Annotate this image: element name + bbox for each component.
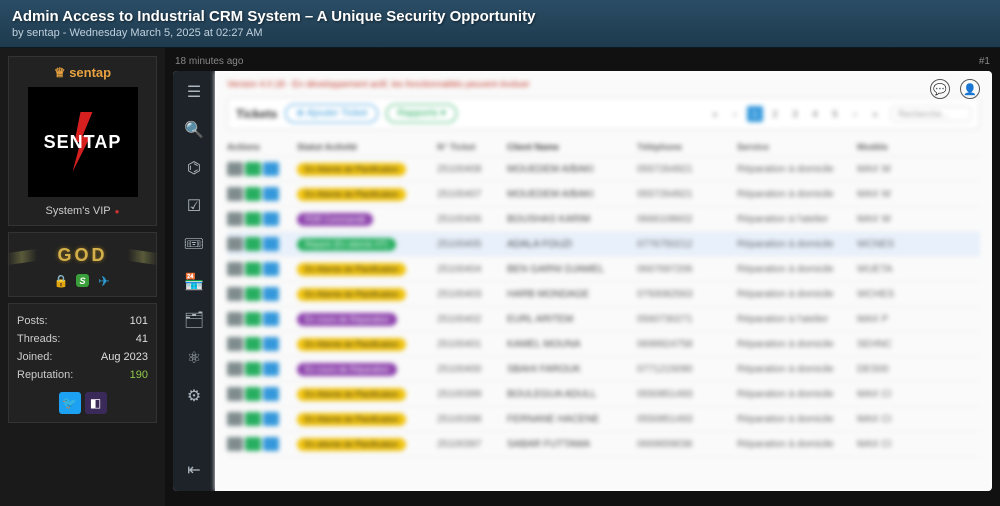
table-row[interactable]: En Attente de Planification25100404BEN G… [227, 257, 980, 282]
network-icon[interactable]: ⚛ [183, 347, 205, 369]
pagination: «‹12345›» [707, 106, 883, 122]
rank-badge: GOD [17, 245, 148, 266]
checklist-icon[interactable]: ☑ [183, 195, 205, 217]
reports-button[interactable]: Rapports ▾ [386, 104, 456, 123]
table-row[interactable]: En cours de Réparation25100400SBAHI FARO… [227, 357, 980, 382]
store-icon[interactable]: 🏪 [183, 271, 205, 293]
table-row[interactable]: Réparé (En attente HT)25100405ADALA FOUZ… [227, 232, 980, 257]
twitter-icon[interactable]: 🐦 [59, 392, 81, 414]
page-5[interactable]: 5 [827, 106, 843, 122]
page-3[interactable]: 3 [787, 106, 803, 122]
post-number[interactable]: #1 [979, 56, 990, 67]
post-title: Admin Access to Industrial CRM System – … [12, 8, 988, 25]
page-‹[interactable]: ‹ [727, 106, 743, 122]
post-age: 18 minutes ago [175, 56, 243, 67]
table-row[interactable]: En Attente de Planification25100403HARB … [227, 282, 980, 307]
table-row[interactable]: En Attente de Planification25100408MOUED… [227, 157, 980, 182]
crm-screenshot: ☰ 🔍 ⌬ ☑ 🎟 🏪 🗂 ⚛ ⚙ ⇤ 💬 👤 Version 4.0.18 -… [173, 71, 992, 491]
profile-icon[interactable]: 👤 [960, 79, 980, 99]
table-row[interactable]: En Attente de Planification25100401KAMEL… [227, 332, 980, 357]
settings-icon[interactable]: ⚙ [183, 385, 205, 407]
username[interactable]: sentap [17, 65, 148, 81]
tickets-table: Actions Statut Activité N° Ticket Client… [227, 138, 980, 457]
search-input[interactable]: Recherche... [891, 106, 971, 122]
social-icon[interactable]: ◧ [85, 392, 107, 414]
telegram-icon[interactable]: ✈ [97, 274, 111, 288]
user-stats: Posts:101 Threads:41 Joined:Aug 2023 Rep… [8, 303, 157, 423]
dashboard-icon[interactable]: ⌬ [183, 157, 205, 179]
table-row[interactable]: PDR Commandé25100406BOUSHAS KARIM0666108… [227, 207, 980, 232]
post-content: 18 minutes ago #1 ☰ 🔍 ⌬ ☑ 🎟 🏪 🗂 ⚛ ⚙ ⇤ 💬 … [165, 48, 1000, 506]
page-«[interactable]: « [707, 106, 723, 122]
crm-main-panel: Version 4.0.18 - En développement actif,… [215, 71, 992, 491]
post-byline: by sentap - Wednesday March 5, 2025 at 0… [12, 27, 988, 39]
page-title: Tickets [236, 107, 277, 121]
table-row[interactable]: En attente de Planification25100397SABAR… [227, 432, 980, 457]
logout-icon[interactable]: ⇤ [183, 459, 205, 481]
crm-toolbar: Tickets ⊕ Ajouter Ticket Rapports ▾ «‹12… [227, 97, 980, 130]
page-›[interactable]: › [847, 106, 863, 122]
table-row[interactable]: En cours de Réparation25100402EURL ARITE… [227, 307, 980, 332]
crm-nav-sidebar: ☰ 🔍 ⌬ ☑ 🎟 🏪 🗂 ⚛ ⚙ ⇤ [173, 71, 215, 491]
page-1[interactable]: 1 [747, 106, 763, 122]
forum-post-header: Admin Access to Industrial CRM System – … [0, 0, 1000, 48]
page-4[interactable]: 4 [807, 106, 823, 122]
search-icon[interactable]: 🔍 [183, 119, 205, 141]
user-avatar[interactable]: SENTAP [28, 87, 138, 197]
table-row[interactable]: En Attente de Planification25100399BOULE… [227, 382, 980, 407]
session-icon: S [76, 274, 89, 287]
table-row[interactable]: En Attente de Planification25100407MOUED… [227, 182, 980, 207]
page-»[interactable]: » [867, 106, 883, 122]
ticket-icon[interactable]: 🎟 [183, 233, 205, 255]
page-2[interactable]: 2 [767, 106, 783, 122]
vip-label: System's VIP● [17, 205, 148, 217]
lock-icon: 🔒 [54, 274, 68, 288]
user-sidebar: sentap SENTAP System's VIP● GOD 🔒 S ✈ Po… [0, 48, 165, 506]
add-ticket-button[interactable]: ⊕ Ajouter Ticket [285, 104, 378, 123]
table-row[interactable]: En Attente de Planification25100398FERNA… [227, 407, 980, 432]
menu-icon[interactable]: ☰ [183, 81, 205, 103]
chat-icon[interactable]: 💬 [930, 79, 950, 99]
contact-icon[interactable]: 🗂 [183, 309, 205, 331]
version-warning: Version 4.0.18 - En développement actif,… [227, 79, 980, 89]
